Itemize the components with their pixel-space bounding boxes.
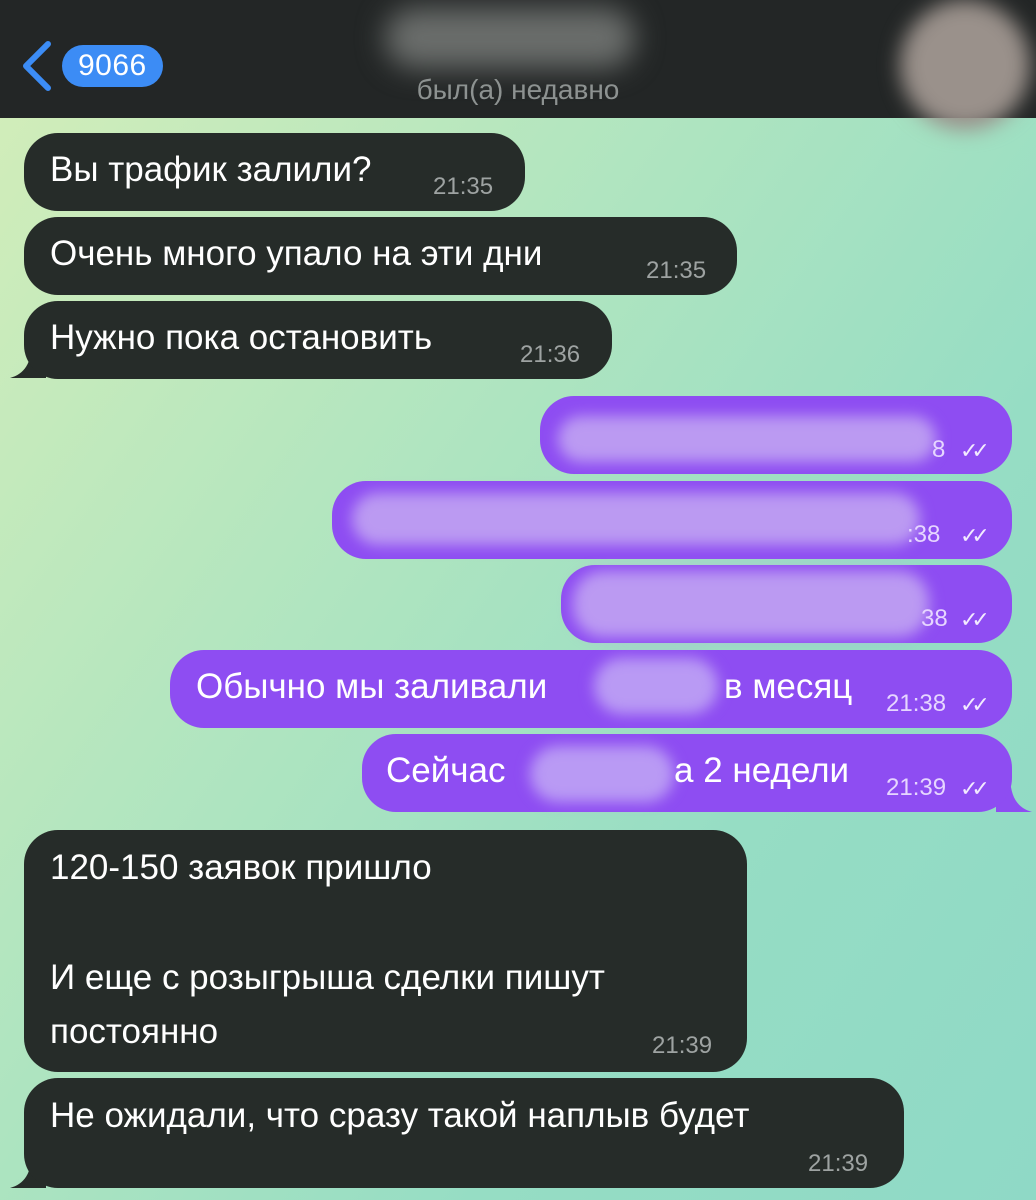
message-outgoing[interactable]: 38 ✓✓: [561, 565, 1012, 643]
message-outgoing[interactable]: 8 ✓✓: [540, 396, 1012, 474]
message-incoming[interactable]: 120-150 заявок пришло И еще с розыгрыша …: [24, 830, 747, 1072]
redacted-text: [352, 493, 920, 545]
message-outgoing[interactable]: Обычно мы заливали в месяц 21:38 ✓✓: [170, 650, 1012, 728]
message-incoming[interactable]: Очень много упало на эти дни 21:35: [24, 217, 737, 295]
message-incoming[interactable]: Не ожидали, что сразу такой наплыв будет…: [24, 1078, 904, 1188]
read-checkmarks-icon: ✓✓: [960, 776, 990, 801]
message-time: 38: [921, 605, 948, 632]
message-time: :38: [907, 521, 941, 548]
message-time: 21:39: [808, 1150, 869, 1177]
message-incoming[interactable]: Нужно пока остановить 21:36: [24, 301, 612, 379]
contact-name-redacted[interactable]: [385, 8, 635, 68]
contact-status: был(а) недавно: [416, 74, 620, 105]
message-text: Очень много упало на эти дни: [50, 234, 543, 273]
chat-header: 9066 был(а) недавно: [0, 0, 1036, 130]
message-text: Не ожидали, что сразу такой наплыв будет: [50, 1096, 750, 1135]
message-time: 21:38: [886, 690, 947, 717]
message-text-after: а 2 недели: [674, 751, 850, 790]
message-text: Вы трафик залили?: [50, 150, 372, 189]
redacted-text: [573, 571, 929, 637]
message-text-line: И еще с розыгрыша сделки пишут: [50, 958, 605, 997]
message-time: 21:35: [646, 257, 707, 284]
read-checkmarks-icon: ✓✓: [960, 523, 990, 548]
message-text: Нужно пока остановить: [50, 318, 433, 357]
message-text-line: постоянно: [50, 1012, 219, 1051]
read-checkmarks-icon: ✓✓: [960, 438, 990, 463]
read-checkmarks-icon: ✓✓: [960, 607, 990, 632]
redacted-text: [558, 416, 936, 462]
message-time: 21:39: [886, 774, 947, 801]
redacted-text: [594, 658, 718, 714]
redacted-text: [530, 746, 674, 802]
message-time: 21:39: [652, 1032, 713, 1059]
message-time: 21:36: [520, 341, 581, 368]
message-text-before: Обычно мы заливали: [196, 667, 548, 706]
message-text-after: в месяц: [724, 667, 853, 706]
message-time: 21:35: [433, 173, 494, 200]
message-outgoing[interactable]: Сейчас а 2 недели 21:39 ✓✓: [362, 734, 1012, 812]
message-text-line: 120-150 заявок пришло: [50, 848, 432, 887]
read-checkmarks-icon: ✓✓: [960, 692, 990, 717]
message-time: 8: [932, 436, 946, 463]
message-outgoing[interactable]: :38 ✓✓: [332, 481, 1012, 559]
message-incoming[interactable]: Вы трафик залили? 21:35: [24, 133, 525, 211]
message-text-before: Сейчас: [386, 751, 506, 790]
avatar[interactable]: [900, 0, 1030, 130]
